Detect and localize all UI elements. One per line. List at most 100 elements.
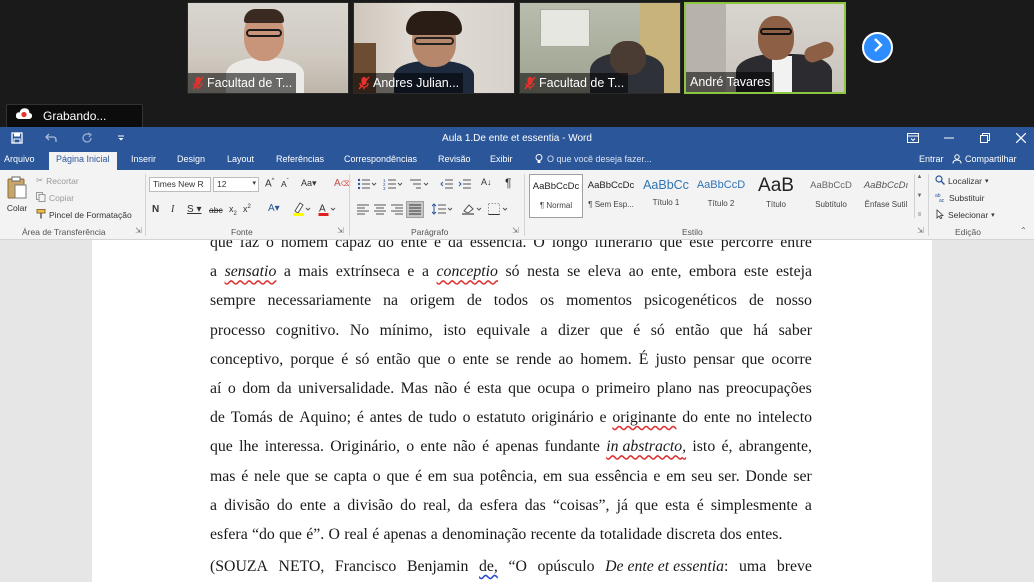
decrease-indent-icon[interactable]: [440, 178, 454, 193]
word: e: [407, 263, 415, 281]
svg-text:ac: ac: [939, 198, 945, 202]
ribbon-tabs: Arquivo Página Inicial Inserir Design La…: [0, 150, 1034, 170]
whiteboard-shape: [540, 9, 590, 47]
document-page[interactable]: que faz o homem capaz do ente e da essência. Olong…: [92, 240, 932, 582]
styles-scroll[interactable]: ▲ ▼ ≡: [914, 174, 924, 218]
tab-pagina-inicial[interactable]: Página Inicial: [49, 152, 117, 170]
tab-correspondencias[interactable]: Correspondências: [344, 154, 417, 164]
share-label: Compartilhar: [965, 154, 1017, 164]
italic-icon[interactable]: I: [171, 204, 174, 215]
borders-icon[interactable]: [488, 203, 510, 218]
dialog-launcher-icon[interactable]: ⇲: [917, 226, 924, 235]
ribbon-display-options-icon[interactable]: [904, 130, 922, 146]
tab-arquivo[interactable]: Arquivo: [4, 154, 35, 164]
cut-button[interactable]: ✂ Recortar: [36, 175, 79, 186]
word: pensar: [693, 350, 735, 368]
style-subtitle[interactable]: AaBbCcD Subtítulo: [804, 174, 858, 218]
word: abrangente,: [738, 438, 812, 456]
tab-design[interactable]: Design: [177, 154, 205, 164]
video-tile[interactable]: Facultad de T...: [187, 2, 349, 94]
word: divisão: [224, 496, 270, 514]
style-sample: AaB: [758, 175, 794, 196]
word: rende: [516, 350, 552, 368]
strikethrough-icon[interactable]: abc: [209, 205, 223, 215]
citation-paragraph[interactable]: (SOUZA NETO, Francisco Benjamin de, “O opúscul…: [210, 558, 812, 576]
underline-icon[interactable]: S ▾: [187, 204, 201, 215]
align-left-icon[interactable]: [357, 204, 369, 218]
show-formatting-marks-icon[interactable]: ¶: [505, 176, 511, 190]
chevron-down-icon: ▼: [916, 193, 923, 199]
change-case-icon[interactable]: Aa▾: [301, 178, 317, 189]
copy-icon: [36, 192, 46, 204]
participant-name-bar: André Tavares: [686, 72, 775, 92]
replace-button[interactable]: ab ac Substituir: [935, 192, 984, 204]
increase-indent-icon[interactable]: [458, 178, 472, 193]
font-color-icon[interactable]: A: [318, 202, 338, 219]
word: a: [421, 263, 429, 281]
dialog-launcher-icon[interactable]: ⇲: [512, 226, 519, 235]
justify-icon[interactable]: [406, 201, 424, 218]
collapse-ribbon-icon[interactable]: ⌃: [1020, 226, 1027, 235]
chevron-up-icon: ▲: [916, 174, 923, 180]
font-size-select[interactable]: 12 ▾: [213, 177, 259, 192]
paste-button[interactable]: Colar: [6, 176, 28, 213]
dialog-launcher-icon[interactable]: ⇲: [135, 226, 142, 235]
word: da: [580, 525, 596, 543]
numbering-icon[interactable]: 123: [383, 178, 405, 193]
bullets-icon[interactable]: [357, 178, 379, 193]
tell-me-box[interactable]: O que você deseja fazer...: [535, 154, 652, 166]
word: entes.: [746, 525, 783, 543]
style-subtle-emphasis[interactable]: AaBbCcDı Ênfase Sutil: [859, 174, 913, 218]
multilevel-list-icon[interactable]: [409, 178, 431, 193]
sign-in-link[interactable]: Entrar: [919, 154, 944, 164]
word: o: [462, 409, 471, 427]
align-center-icon[interactable]: [374, 204, 386, 218]
tab-revisao[interactable]: Revisão: [438, 154, 471, 164]
word: o: [581, 379, 590, 397]
tab-exibir[interactable]: Exibir: [490, 154, 513, 164]
participant-silhouette: [610, 41, 646, 75]
dialog-launcher-icon[interactable]: ⇲: [337, 226, 344, 235]
subscript-icon[interactable]: x2: [229, 204, 237, 217]
highlight-icon[interactable]: [292, 202, 312, 219]
video-tile[interactable]: Andres Julian...: [353, 2, 515, 94]
video-tile[interactable]: Facultad de T...: [519, 2, 681, 94]
tab-referencias[interactable]: Referências: [276, 154, 324, 164]
document-body-text[interactable]: que faz o homem capaz do ente e da essência. Olong…: [210, 240, 812, 549]
tab-layout[interactable]: Layout: [227, 154, 254, 164]
find-button[interactable]: Localizar ▾: [935, 175, 989, 187]
shrink-font-icon[interactable]: Aˇ: [281, 179, 289, 189]
bold-icon[interactable]: N: [152, 204, 159, 215]
share-button[interactable]: Compartilhar: [952, 154, 1017, 166]
sort-icon[interactable]: A↓: [481, 177, 492, 187]
font-name-select[interactable]: Times New R: [149, 177, 211, 192]
style-sample: AaBbCcDc: [587, 180, 635, 191]
style-title[interactable]: AaB Título: [749, 174, 803, 218]
select-button[interactable]: Selecionar ▾: [935, 209, 995, 221]
style-heading-2[interactable]: AaBbCcD Título 2: [694, 174, 748, 218]
superscript-icon[interactable]: x2: [243, 204, 251, 214]
style-normal[interactable]: AaBbCcDc ¶ Normal: [529, 174, 583, 218]
word: O: [533, 240, 545, 251]
shading-icon[interactable]: [462, 203, 484, 218]
word: recente: [530, 525, 577, 543]
align-right-icon[interactable]: [391, 204, 403, 218]
format-painter-button[interactable]: Pincel de Formatação: [36, 209, 132, 221]
style-no-spacing[interactable]: AaBbCcDc ¶ Sem Esp...: [584, 174, 638, 218]
restore-icon[interactable]: [976, 130, 994, 146]
copy-button[interactable]: Copiar: [36, 192, 74, 204]
video-tile-active-speaker[interactable]: André Tavares: [684, 2, 846, 94]
next-page-button[interactable]: [862, 32, 893, 63]
minimize-icon[interactable]: [940, 130, 958, 146]
clipboard-group-label: Área de Transferência: [22, 227, 106, 237]
text-effects-icon[interactable]: A▾: [268, 203, 280, 214]
group-divider: [145, 174, 146, 236]
line-spacing-icon[interactable]: [431, 203, 454, 218]
style-heading-1[interactable]: AaBbCc Título 1: [639, 174, 693, 218]
ribbon: Colar ✂ Recortar Copiar Pincel de Formata…: [0, 170, 1034, 240]
word: que: [719, 321, 743, 339]
word: ente,: [651, 263, 682, 281]
tab-inserir[interactable]: Inserir: [131, 154, 156, 164]
grow-font-icon[interactable]: A^: [265, 178, 275, 189]
close-icon[interactable]: [1012, 130, 1030, 146]
